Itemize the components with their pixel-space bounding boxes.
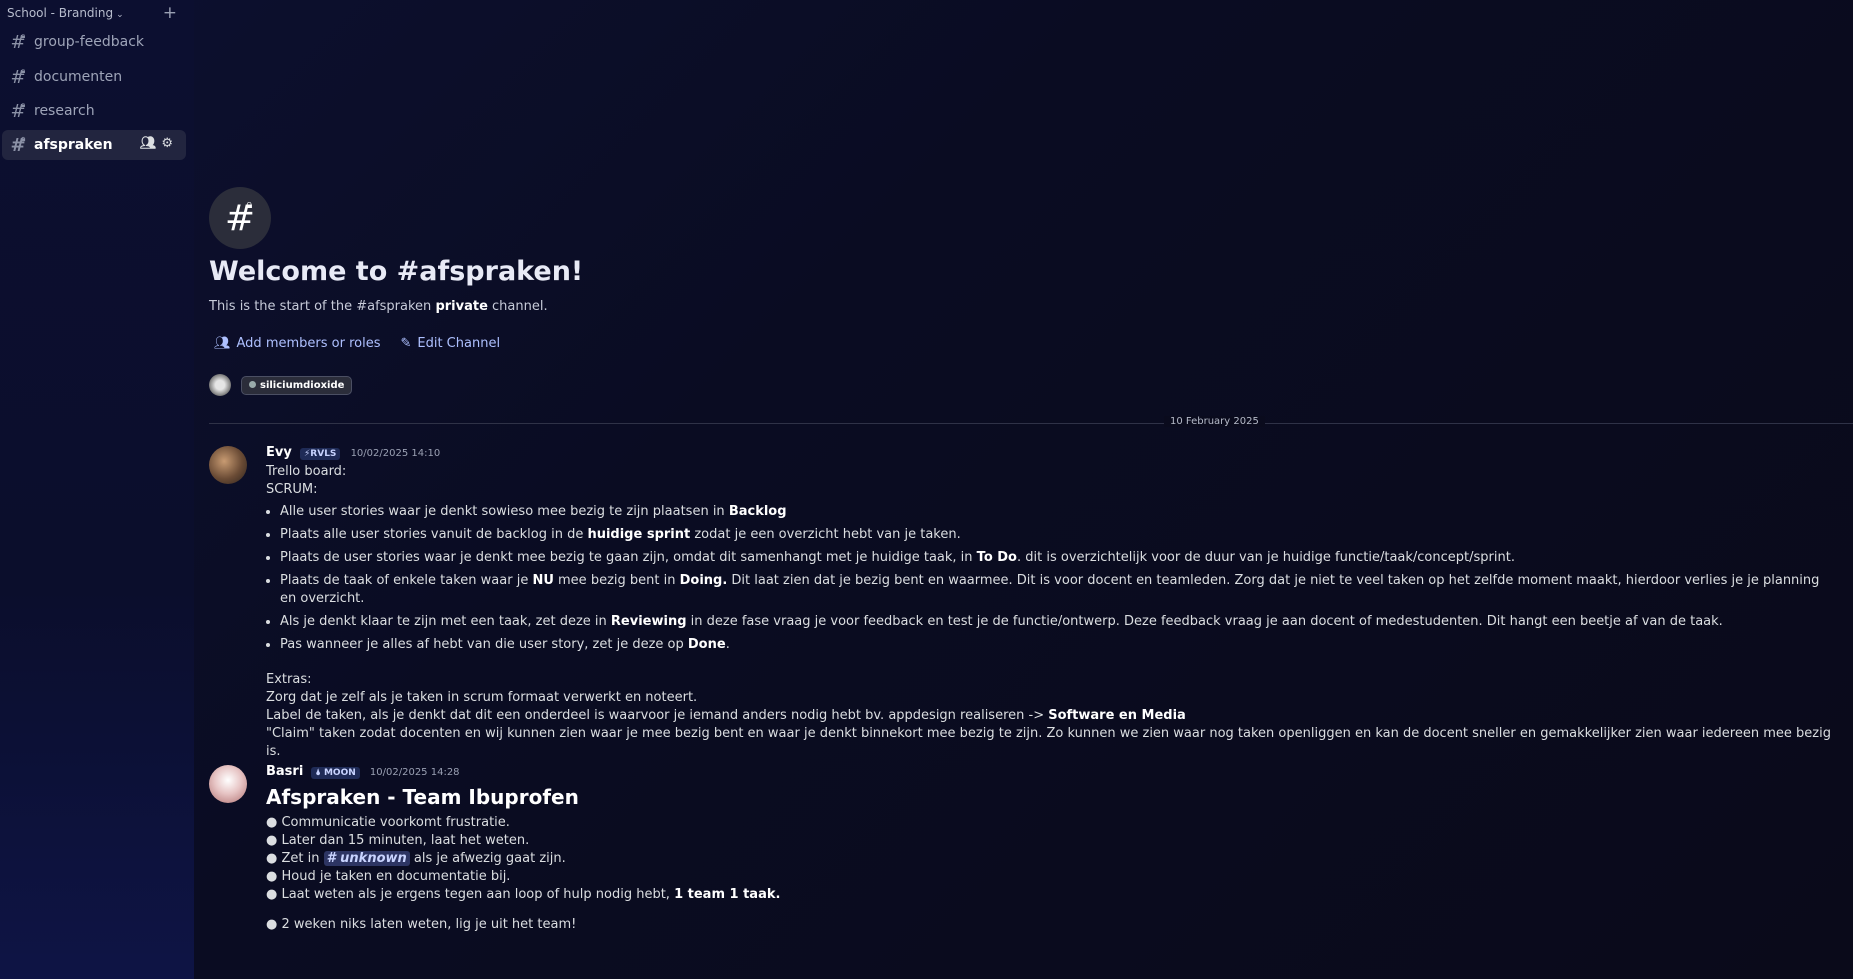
welcome-sub-text-end: channel.	[487, 299, 548, 314]
channel-label: documenten	[34, 69, 123, 85]
sidebar-item-documenten[interactable]: # 🔒︎ documenten	[2, 62, 186, 92]
role-tag[interactable]: 🌢 MOON	[311, 767, 360, 779]
list-item: Plaats de user stories waar je denkt mee…	[280, 549, 1833, 567]
message-line: ● Zet in # unknown als je afwezig gaat z…	[266, 851, 566, 866]
chat-area: # 🔒︎ Welcome to #afspraken! This is the s…	[194, 0, 1853, 979]
welcome-title: Welcome to #afspraken!	[209, 256, 584, 287]
message-line: ● Laat weten als je ergens tegen aan loo…	[266, 887, 781, 902]
welcome-sub-text: This is the start of the #afspraken	[209, 299, 436, 314]
date-divider	[209, 423, 1853, 424]
list-item: Als je denkt klaar te zijn met een taak,…	[280, 613, 1833, 631]
message-line: Trello board:	[266, 464, 347, 479]
sidebar-item-afspraken[interactable]: # 🔒︎ afspraken 👥︎⚙	[2, 130, 186, 160]
private-channel-icon: # 🔒︎	[10, 65, 26, 88]
avatar[interactable]	[209, 446, 247, 484]
message-line: ● Houd je taken en documentatie bij.	[266, 869, 511, 884]
message-line: ● Communicatie voorkomt frustratie.	[266, 815, 510, 830]
list-item: Alle user stories waar je denkt sowieso …	[280, 503, 1833, 521]
add-members-icon: 👥︎	[214, 336, 231, 351]
avatar[interactable]	[209, 765, 247, 803]
author-name[interactable]: Evy	[266, 445, 292, 460]
channel-label: afspraken	[34, 137, 113, 153]
member-chip[interactable]: siliciumdioxide	[241, 375, 353, 395]
message-heading: Afspraken - Team Ibuprofen	[266, 785, 579, 809]
pencil-icon: ✎	[400, 336, 412, 351]
message-line: ● 2 weken niks laten weten, lig je uit h…	[266, 917, 577, 932]
message-line: "Claim" taken zodat docenten en wij kunn…	[266, 726, 1831, 759]
channel-hash-icon: # 🔒︎	[209, 187, 271, 249]
edit-channel-label: Edit Channel	[417, 336, 501, 351]
add-member-icon[interactable]: 👥︎	[140, 136, 162, 151]
status-dot	[249, 380, 256, 388]
message-line: Label de taken, als je denkt dat dit een…	[266, 708, 1186, 723]
member-chip-label: siliciumdioxide	[260, 379, 345, 391]
chevron-down-icon[interactable]: ⌄	[116, 10, 124, 20]
edit-channel-button[interactable]: ✎ Edit Channel	[400, 336, 500, 351]
message-line: Zorg dat je zelf als je taken in scrum f…	[266, 690, 698, 705]
message-line: Extras:	[266, 672, 312, 687]
add-members-button[interactable]: 👥︎ Add members or roles	[214, 336, 380, 351]
private-channel-icon: # 🔒︎	[10, 133, 26, 156]
timestamp: 10/02/2025 14:28	[369, 767, 460, 778]
list-item: Plaats de taak of enkele taken waar je N…	[280, 572, 1833, 608]
sidebar-item-group-feedback[interactable]: # 🔒︎ group-feedback	[2, 27, 186, 57]
welcome-sub-bold: private	[435, 299, 488, 314]
channel-sidebar: School - Branding ⌄ + # 🔒︎ group-feedback …	[0, 0, 194, 979]
timestamp: 10/02/2025 14:10	[350, 448, 441, 459]
add-members-label: Add members or roles	[236, 336, 381, 351]
private-channel-icon: # 🔒︎	[10, 30, 26, 53]
server-header[interactable]: School - Branding ⌄ +	[7, 3, 187, 24]
message-line: SCRUM:	[266, 482, 318, 497]
gear-icon[interactable]: ⚙	[161, 136, 178, 151]
role-tag[interactable]: ⚡RVLS	[299, 448, 341, 460]
channel-mention[interactable]: # unknown	[323, 851, 410, 866]
member-avatar[interactable]	[209, 374, 231, 396]
sidebar-item-research[interactable]: # 🔒︎ research	[2, 96, 186, 126]
channel-label: group-feedback	[34, 34, 145, 50]
date-divider-label: 10 February 2025	[1164, 416, 1265, 427]
list-item: Pas wanneer je alles af hebt van die use…	[280, 636, 1833, 654]
message-line: ● Later dan 15 minuten, laat het weten.	[266, 833, 530, 848]
server-name[interactable]: School - Branding	[7, 6, 113, 20]
private-channel-icon: # 🔒︎	[10, 99, 26, 122]
welcome-subtitle: This is the start of the #afspraken priv…	[209, 299, 548, 314]
add-channel-icon[interactable]: +	[163, 3, 177, 23]
list-item: Plaats alle user stories vanuit de backl…	[280, 526, 1833, 544]
channel-label: research	[34, 103, 95, 119]
author-name[interactable]: Basri	[266, 764, 303, 779]
scrum-list: Alle user stories waar je denkt sowieso …	[266, 503, 1833, 654]
